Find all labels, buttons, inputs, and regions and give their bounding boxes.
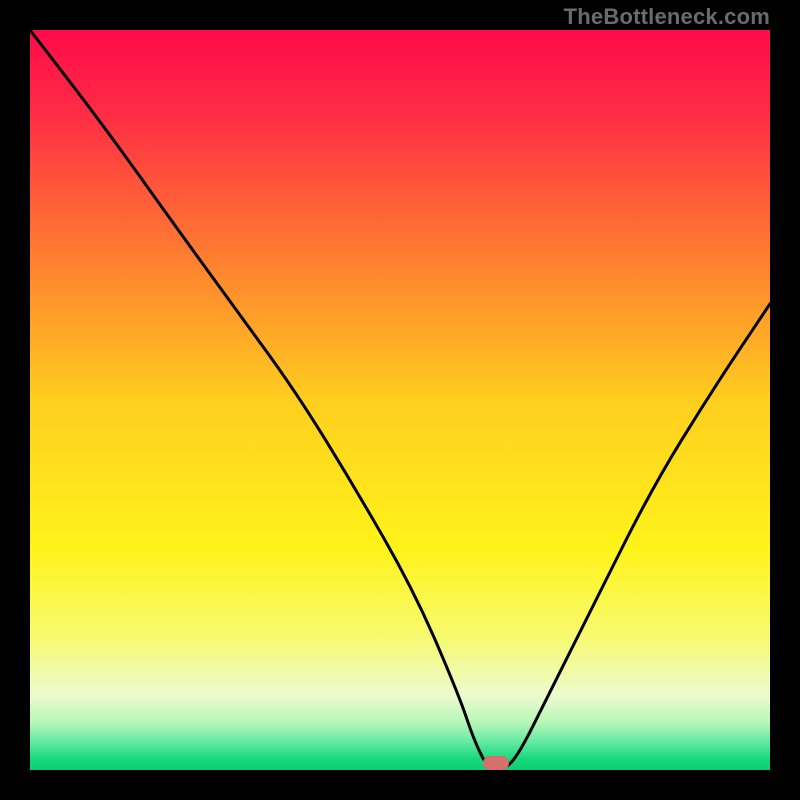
bottleneck-curve	[30, 30, 770, 770]
optimal-marker	[483, 756, 509, 770]
watermark-text: TheBottleneck.com	[564, 4, 770, 30]
plot-area	[30, 30, 770, 770]
chart-frame: TheBottleneck.com	[0, 0, 800, 800]
